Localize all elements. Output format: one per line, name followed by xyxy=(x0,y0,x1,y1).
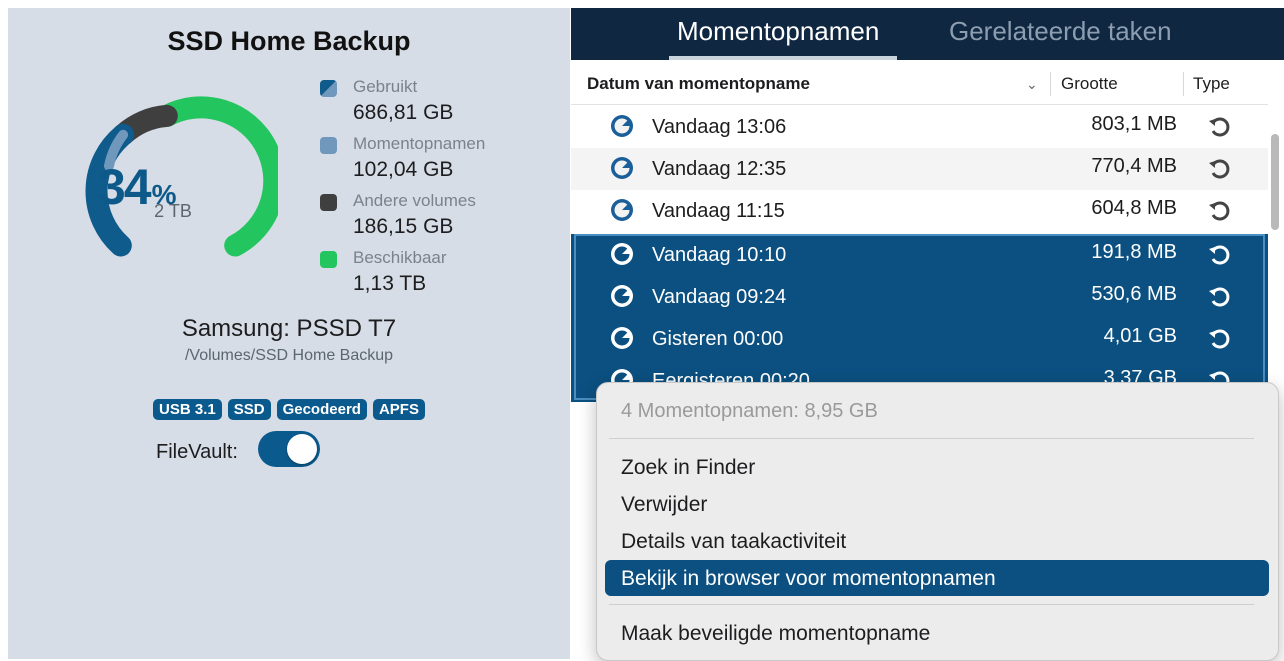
snapshot-size: 4,01 GB xyxy=(1103,325,1177,347)
snapshot-name: Gisteren 00:00 xyxy=(652,328,784,350)
snapshot-name: Vandaag 12:35 xyxy=(652,158,787,180)
legend-label: Momentopnamen xyxy=(353,134,486,153)
filevault-label: FileVault: xyxy=(156,441,238,463)
disk-model: Samsung: PSSD T7 xyxy=(181,315,397,342)
legend-value: 1,13 TB xyxy=(353,272,427,295)
snapshot-name: Vandaag 09:24 xyxy=(652,286,787,308)
snapshot-size: 530,6 MB xyxy=(1091,283,1177,305)
table-row-selected[interactable]: Vandaag 09:24 530,6 MB xyxy=(571,276,1268,318)
tab-snapshots[interactable]: Momentopnamen xyxy=(677,16,879,47)
chevron-down-icon[interactable]: ⌄ xyxy=(1026,76,1038,93)
table-row-selected[interactable]: Gisteren 00:00 4,01 GB xyxy=(571,318,1268,360)
badge-usb: USB 3.1 xyxy=(153,399,222,420)
legend-value: 186,15 GB xyxy=(353,215,454,238)
legend-label: Andere volumes xyxy=(353,191,476,210)
legend-swatch-snapshots xyxy=(320,137,337,154)
badge-encrypted: Gecodeerd xyxy=(276,399,367,420)
menu-selection-summary: 4 Momentopnamen: 8,95 GB xyxy=(621,400,878,422)
restore-icon xyxy=(1209,159,1230,179)
scrollbar-thumb[interactable] xyxy=(1271,134,1279,230)
badge-ssd: SSD xyxy=(227,399,271,420)
tab-bar: Momentopnamen Gerelateerde taken xyxy=(571,8,1284,60)
snapshot-size: 803,1 MB xyxy=(1091,113,1177,135)
menu-separator xyxy=(609,438,1254,439)
column-divider xyxy=(1183,72,1184,96)
menu-separator xyxy=(609,604,1254,605)
time-machine-icon xyxy=(611,285,633,307)
snapshot-name: Vandaag 11:15 xyxy=(652,200,785,222)
time-machine-icon xyxy=(611,243,633,265)
legend-value: 102,04 GB xyxy=(353,158,454,181)
disk-capacity: 2 TB xyxy=(154,201,192,221)
restore-icon xyxy=(1209,117,1230,137)
time-machine-icon xyxy=(611,157,633,179)
menu-item-task-details[interactable]: Details van taakactiviteit xyxy=(605,523,1269,559)
restore-icon xyxy=(1209,287,1230,307)
legend-swatch-other-volumes xyxy=(320,194,337,211)
time-machine-icon xyxy=(611,199,633,221)
restore-icon xyxy=(1209,201,1230,221)
table-row[interactable]: Vandaag 11:15 604,8 MB xyxy=(571,190,1268,232)
snapshot-name: Vandaag 10:10 xyxy=(652,244,787,266)
context-menu: 4 Momentopnamen: 8,95 GB Zoek in Finder … xyxy=(596,382,1279,661)
legend-label: Beschikbaar xyxy=(353,248,447,267)
time-machine-icon xyxy=(611,115,633,137)
table-row[interactable]: Vandaag 12:35 770,4 MB xyxy=(571,148,1268,190)
restore-icon xyxy=(1209,245,1230,265)
column-header-date[interactable]: Datum van momentopname xyxy=(587,74,810,94)
time-machine-icon xyxy=(611,327,633,349)
snapshot-size: 604,8 MB xyxy=(1091,197,1177,219)
menu-item-open-snapshot-browser[interactable]: Bekijk in browser voor momentopnamen xyxy=(605,560,1269,596)
table-row-selected[interactable]: Vandaag 10:10 191,8 MB xyxy=(571,234,1268,276)
snapshot-size: 770,4 MB xyxy=(1091,155,1177,177)
table-row[interactable]: Vandaag 13:06 803,1 MB xyxy=(571,106,1268,148)
menu-item-show-in-finder[interactable]: Zoek in Finder xyxy=(605,449,1269,485)
menu-item-delete[interactable]: Verwijder xyxy=(605,486,1269,522)
tab-related-tasks[interactable]: Gerelateerde taken xyxy=(949,16,1172,47)
badge-apfs: APFS xyxy=(372,399,425,420)
legend-value: 686,81 GB xyxy=(353,101,454,124)
snapshot-name: Vandaag 13:06 xyxy=(652,116,787,138)
column-header-type[interactable]: Type xyxy=(1193,74,1230,94)
column-header-size[interactable]: Grootte xyxy=(1061,74,1118,94)
vertical-scrollbar[interactable] xyxy=(1270,106,1280,406)
table-header: Datum van momentopname ⌄ Grootte Type xyxy=(571,66,1268,105)
snapshot-size: 191,8 MB xyxy=(1091,241,1177,263)
menu-item-create-secured-snapshot[interactable]: Maak beveiligde momentopname xyxy=(605,615,1269,651)
legend-swatch-available xyxy=(320,251,337,268)
legend-swatch-used xyxy=(320,80,337,97)
snapshot-list: Vandaag 13:06 803,1 MB Vandaag 12:35 770… xyxy=(571,106,1268,402)
disk-title: SSD Home Backup xyxy=(167,26,411,56)
column-divider xyxy=(1050,72,1051,96)
active-tab-indicator xyxy=(669,56,897,60)
restore-icon xyxy=(1209,329,1230,349)
mount-path: /Volumes/SSD Home Backup xyxy=(184,347,394,364)
legend-label: Gebruikt xyxy=(353,77,418,96)
disk-info-panel: SSD Home Backup 34% 2 TB Gebruikt 686,81… xyxy=(8,8,570,659)
filevault-toggle[interactable] xyxy=(258,431,320,467)
toggle-knob xyxy=(287,434,317,464)
disk-badges: USB 3.1 SSD Gecodeerd APFS xyxy=(8,399,570,420)
